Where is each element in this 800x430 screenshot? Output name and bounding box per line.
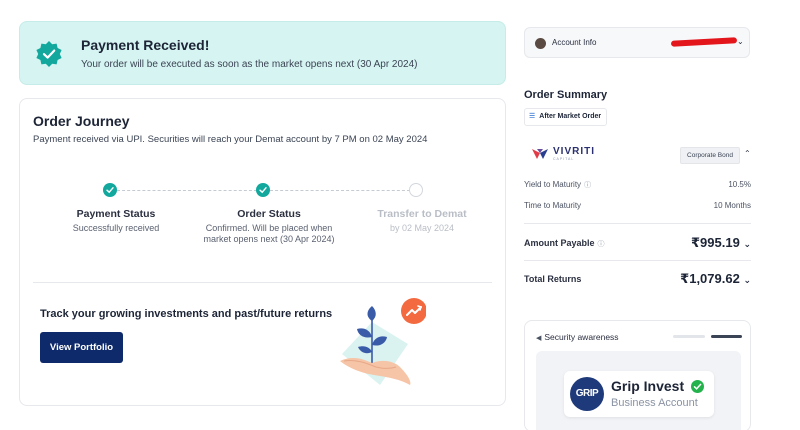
- chevron-up-icon[interactable]: ⌃: [744, 149, 751, 158]
- ytm-row: Yield to Maturity ⓘ 10.5%: [524, 180, 751, 192]
- step-order-check-icon: [256, 183, 270, 197]
- grip-business-account-card: GRIP Grip Invest Business Account: [564, 371, 714, 417]
- order-type-badge: ☰ After Market Order: [524, 108, 608, 126]
- amount-payable-label: Amount Payable: [524, 238, 595, 248]
- grip-brand-name: Grip Invest: [611, 378, 685, 394]
- vivriti-logo-icon: [532, 149, 548, 159]
- chevron-down-icon: ⌄: [743, 239, 751, 249]
- carousel-indicator-active[interactable]: [711, 335, 742, 338]
- ytm-label: Yield to Maturity: [524, 180, 582, 189]
- bond-type-badge: Corporate Bond: [680, 147, 740, 164]
- account-info-dropdown[interactable]: Account Info ⌄: [524, 27, 750, 58]
- journey-divider: [33, 282, 492, 283]
- growth-plant-illustration: [340, 298, 426, 385]
- carousel-indicator[interactable]: [673, 335, 705, 338]
- step-connector-1: [117, 190, 257, 191]
- step-payment-check-icon: [103, 183, 117, 197]
- step-payment-label: Payment Status: [76, 208, 156, 220]
- security-slide: GRIP Grip Invest Business Account: [536, 351, 741, 430]
- security-awareness-title: ◀ Security awareness: [536, 332, 619, 342]
- avatar: [535, 38, 546, 49]
- track-investments-text: Track your growing investments and past/…: [40, 308, 333, 320]
- step-payment-desc: Successfully received: [72, 223, 160, 233]
- total-returns-label: Total Returns: [524, 274, 582, 284]
- grip-account-type: Business Account: [611, 397, 698, 409]
- list-clock-icon: ☰: [529, 113, 536, 120]
- summary-divider-2: [524, 260, 751, 261]
- issuer-name: VIVRITI: [553, 146, 596, 157]
- banner-title: Payment Received!: [81, 37, 210, 53]
- chevron-down-icon: ⌄: [737, 37, 744, 46]
- amount-payable-row[interactable]: Amount Payable ⓘ ₹995.19 ⌄: [524, 235, 751, 251]
- info-icon[interactable]: ⓘ: [598, 241, 605, 248]
- chevron-down-icon: ⌄: [743, 275, 751, 285]
- summary-divider-1: [524, 223, 751, 224]
- step-transfer-label: Transfer to Demat: [377, 208, 467, 220]
- payment-received-banner: Payment Received! Your order will be exe…: [19, 21, 506, 85]
- step-order-desc: Confirmed. Will be placed when market op…: [203, 223, 335, 244]
- order-journey-card: Order Journey Payment received via UPI. …: [19, 98, 506, 406]
- total-returns-row[interactable]: Total Returns ₹1,079.62 ⌄: [524, 271, 751, 287]
- step-transfer-desc: by 02 May 2024: [389, 223, 455, 233]
- verified-badge-icon: [36, 41, 62, 67]
- ttm-label: Time to Maturity: [524, 201, 582, 210]
- info-icon[interactable]: ⓘ: [584, 182, 591, 189]
- view-portfolio-button[interactable]: View Portfolio: [40, 332, 123, 363]
- grip-logo: GRIP: [570, 377, 604, 411]
- security-awareness-card: ◀ Security awareness GRIP Grip Invest Bus…: [524, 320, 751, 430]
- issuer-logo: VIVRITI CAPITAL: [532, 146, 622, 164]
- total-returns-value: ₹1,079.62: [680, 271, 740, 286]
- order-journey-subtitle: Payment received via UPI. Securities wil…: [33, 134, 428, 145]
- account-info-label: Account Info: [552, 38, 597, 47]
- ttm-value: 10 Months: [713, 201, 751, 210]
- step-order-label: Order Status: [237, 208, 301, 220]
- redacted-account-name: [670, 37, 738, 47]
- ttm-row: Time to Maturity 10 Months: [524, 201, 751, 213]
- order-summary-title: Order Summary: [524, 89, 608, 101]
- step-transfer-pending-icon: [409, 183, 423, 197]
- order-journey-title: Order Journey: [33, 113, 130, 129]
- issuer-subname: CAPITAL: [553, 157, 575, 161]
- megaphone-icon: ◀: [536, 335, 542, 342]
- ytm-value: 10.5%: [728, 180, 751, 189]
- amount-payable-value: ₹995.19: [691, 235, 740, 250]
- verified-check-icon: [691, 380, 704, 393]
- banner-subtitle: Your order will be executed as soon as t…: [81, 59, 418, 70]
- step-connector-2: [270, 190, 410, 191]
